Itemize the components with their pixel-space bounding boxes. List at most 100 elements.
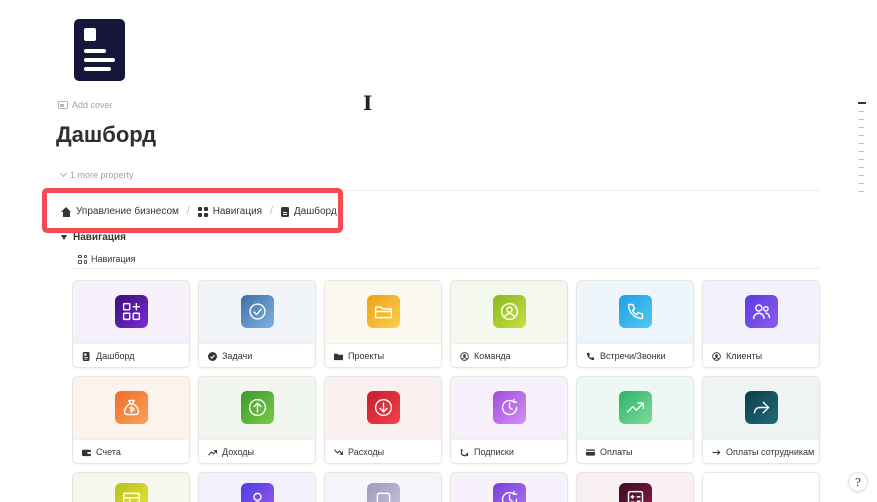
card-cover — [325, 473, 441, 502]
navigation-toggle[interactable]: Навигация — [61, 232, 126, 243]
card-cover — [703, 377, 819, 439]
view-tab-navigation[interactable]: Навигация — [78, 254, 135, 264]
card-cover — [577, 281, 693, 343]
gallery-card[interactable]: Команда — [450, 280, 568, 368]
card-title-text: Встречи/Звонки — [600, 351, 666, 361]
clock-icon — [493, 391, 526, 424]
gallery-card[interactable] — [576, 472, 694, 502]
card-title-text: Дашборд — [96, 351, 135, 361]
breadcrumb-label: Дашборд — [293, 206, 337, 217]
triangle-down-icon — [61, 235, 67, 240]
gallery-card[interactable]: Оплаты — [576, 376, 694, 464]
gallery-card[interactable]: Дашборд — [72, 280, 190, 368]
square-icon — [367, 483, 400, 502]
breadcrumb-item-business[interactable]: Управление бизнесом — [61, 206, 179, 217]
card-cover — [325, 377, 441, 439]
card-title: Задачи — [199, 343, 315, 367]
gallery-card[interactable]: Счета — [72, 376, 190, 464]
gallery-card[interactable]: Оплаты сотрудникам — [702, 376, 820, 464]
trend-up-small-icon — [586, 448, 595, 457]
breadcrumb-separator: / — [270, 206, 273, 217]
gallery-card[interactable]: Задачи — [198, 280, 316, 368]
folder-small-icon — [334, 352, 343, 361]
arrow-down-small-icon — [334, 448, 343, 457]
help-button[interactable]: ? — [848, 472, 868, 492]
window-icon — [115, 483, 148, 502]
card-cover — [73, 377, 189, 439]
grid-icon — [197, 206, 208, 217]
forward-small-icon — [712, 448, 721, 457]
gallery-card[interactable]: Доходы — [198, 376, 316, 464]
toggle-label: Навигация — [73, 232, 126, 243]
trend-up-icon — [619, 391, 652, 424]
clock-small-icon — [460, 448, 469, 457]
users-small-icon — [712, 351, 721, 361]
card-title: Счета — [73, 439, 189, 463]
card-title-text: Доходы — [222, 447, 255, 457]
card-cover — [199, 377, 315, 439]
card-cover — [325, 281, 441, 343]
card-title: Подписки — [451, 439, 567, 463]
gallery-card[interactable] — [198, 472, 316, 502]
card-cover — [73, 473, 189, 502]
card-cover — [451, 473, 567, 502]
gallery-card[interactable] — [702, 472, 820, 502]
text-cursor-icon: I — [363, 91, 373, 115]
view-divider — [72, 268, 820, 269]
money-bag-small-icon — [82, 448, 91, 457]
check-small-icon — [208, 351, 217, 361]
card-cover — [451, 281, 567, 343]
check-icon — [241, 295, 274, 328]
arrow-down-icon — [367, 391, 400, 424]
card-title-text: Подписки — [474, 447, 514, 457]
gallery-card[interactable]: Подписки — [450, 376, 568, 464]
card-title: Дашборд — [73, 343, 189, 367]
breadcrumb-separator: / — [186, 206, 190, 217]
gallery-card[interactable] — [450, 472, 568, 502]
gallery-card[interactable] — [72, 472, 190, 502]
breadcrumb-item-dashboard[interactable]: Дашборд — [280, 206, 337, 217]
gallery-icon — [78, 254, 87, 264]
card-title: Оплаты — [577, 439, 693, 463]
card-title-text: Задачи — [222, 351, 253, 361]
phone-small-icon — [586, 352, 595, 361]
user-small-icon — [460, 351, 469, 361]
card-title-text: Оплаты сотрудникам — [726, 447, 815, 457]
page-document-icon[interactable] — [74, 19, 125, 81]
card-cover — [703, 473, 819, 502]
page-outline[interactable] — [858, 102, 866, 199]
card-title: Доходы — [199, 439, 315, 463]
folder-icon — [367, 295, 400, 328]
page-title[interactable]: Дашборд — [56, 122, 156, 148]
card-title: Оплаты сотрудникам — [703, 439, 819, 463]
clock-icon — [493, 483, 526, 502]
breadcrumb-label: Управление бизнесом — [76, 206, 179, 217]
gallery-card[interactable]: Встречи/Звонки — [576, 280, 694, 368]
breadcrumb: Управление бизнесом / Навигация / Дашбор… — [61, 206, 337, 217]
home-icon — [61, 206, 71, 217]
gallery-card[interactable]: Клиенты — [702, 280, 820, 368]
gallery-view: Дашборд Задачи Проекты Команда Встречи/Звонк… — [72, 280, 820, 502]
dashboard-icon — [115, 295, 148, 328]
card-cover — [577, 473, 693, 502]
arrow-up-small-icon — [208, 448, 217, 457]
card-title-text: Команда — [474, 351, 511, 361]
card-title-text: Клиенты — [726, 351, 763, 361]
card-title: Клиенты — [703, 343, 819, 367]
card-title: Встречи/Звонки — [577, 343, 693, 367]
chevron-down-icon — [59, 169, 68, 178]
arrow-up-icon — [241, 391, 274, 424]
phone-icon — [619, 295, 652, 328]
gallery-card[interactable]: Расходы — [324, 376, 442, 464]
add-cover-button[interactable]: Add cover — [58, 100, 113, 110]
view-tab-label: Навигация — [91, 254, 136, 264]
card-cover — [703, 281, 819, 343]
card-cover — [199, 473, 315, 502]
card-title-text: Счета — [96, 447, 121, 457]
gallery-card[interactable]: Проекты — [324, 280, 442, 368]
gallery-card[interactable] — [324, 472, 442, 502]
breadcrumb-item-navigation[interactable]: Навигация — [197, 206, 263, 217]
more-property-toggle[interactable]: 1 more property — [59, 169, 134, 180]
breadcrumb-label: Навигация — [212, 206, 263, 217]
card-cover — [199, 281, 315, 343]
